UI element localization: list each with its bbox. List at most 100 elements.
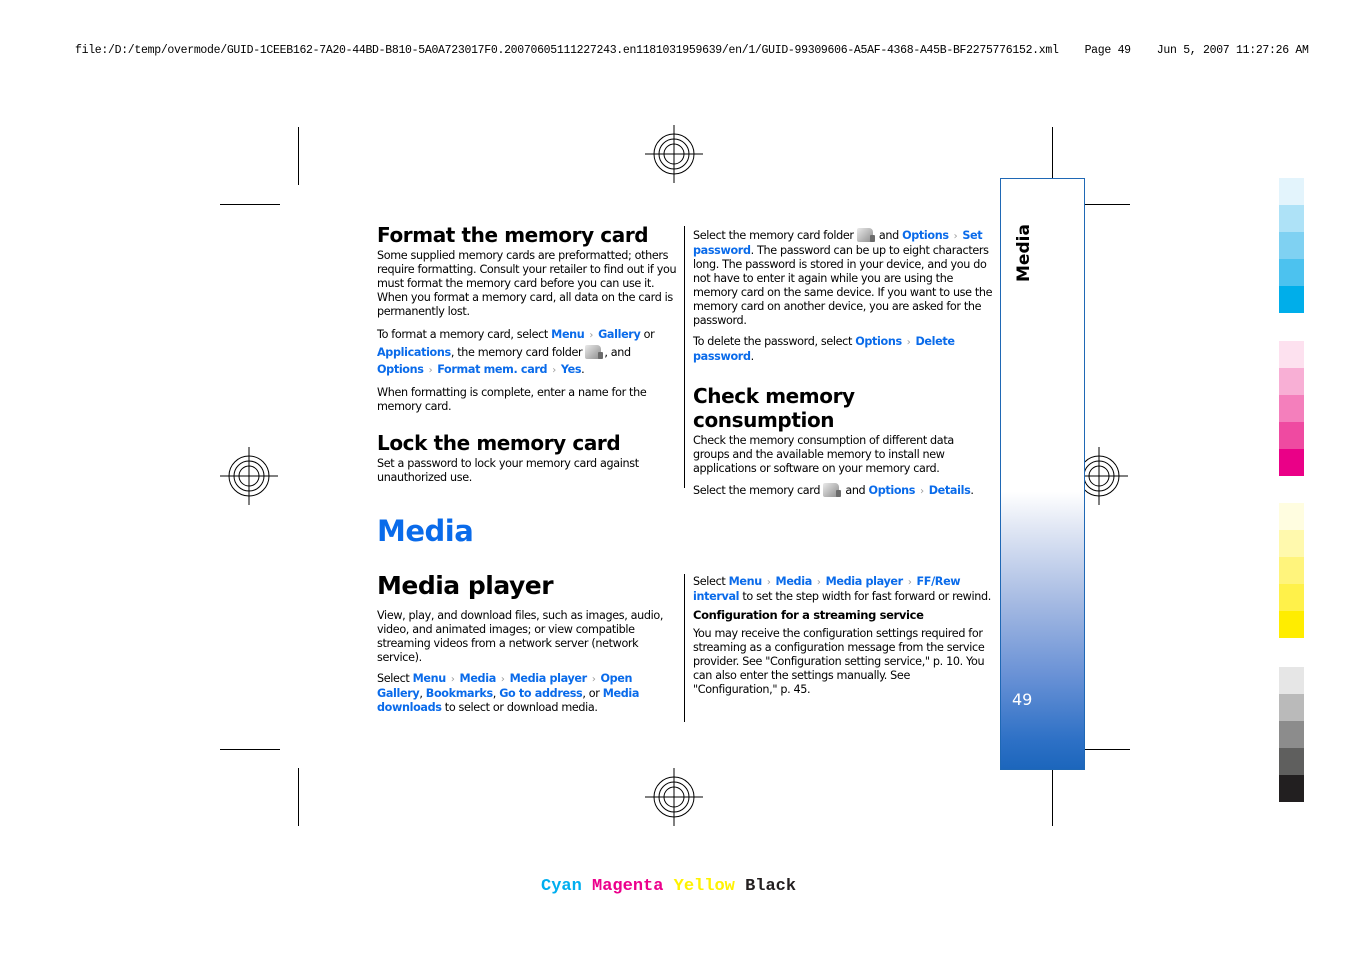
magenta-swatch bbox=[1279, 449, 1304, 476]
magenta-swatch bbox=[1279, 395, 1304, 422]
text: , or bbox=[582, 687, 603, 700]
link-details[interactable]: Details bbox=[929, 484, 971, 497]
cyan-swatch bbox=[1279, 259, 1304, 286]
chapter-tab-text: Media bbox=[1014, 224, 1034, 282]
crop-mark bbox=[1052, 127, 1053, 185]
chevron-right-icon: › bbox=[920, 486, 924, 497]
link-options[interactable]: Options bbox=[902, 229, 949, 242]
chevron-right-icon: › bbox=[766, 577, 771, 588]
check-memory-heading: Check memory consumption bbox=[693, 384, 855, 432]
crop-mark bbox=[1052, 768, 1053, 826]
link-applications[interactable]: Applications bbox=[377, 346, 451, 359]
chevron-right-icon: › bbox=[591, 674, 596, 685]
media-player-body: View, play, and download files, such as … bbox=[377, 609, 664, 664]
text: To delete the password, select bbox=[693, 335, 856, 348]
link-bookmarks[interactable]: Bookmarks bbox=[426, 687, 493, 700]
memory-card-folder-icon bbox=[856, 228, 875, 242]
text: , and bbox=[604, 346, 631, 359]
set-password-paragraph: Select the memory card folder and Option… bbox=[693, 228, 993, 328]
details-paragraph: Select the memory card and Options › Detai… bbox=[693, 483, 993, 499]
lock-body: Set a password to lock your memory card … bbox=[377, 457, 639, 484]
yellow-label: Yellow bbox=[673, 877, 735, 896]
format-heading: Format the memory card bbox=[377, 223, 649, 247]
chevron-right-icon: › bbox=[589, 330, 594, 341]
section-title: Media bbox=[377, 514, 474, 548]
registration-mark-icon bbox=[220, 447, 278, 505]
registration-mark-icon bbox=[645, 768, 703, 826]
text: or bbox=[640, 328, 655, 341]
yellow-swatch bbox=[1279, 503, 1304, 530]
config-subheading: Configuration for a streaming service bbox=[693, 608, 924, 622]
link-media-player[interactable]: Media player bbox=[510, 672, 588, 685]
link-options[interactable]: Options bbox=[869, 484, 916, 497]
magenta-swatch bbox=[1279, 422, 1304, 449]
black-swatch bbox=[1279, 775, 1304, 802]
text: . bbox=[750, 350, 755, 363]
format-after: When formatting is complete, enter a nam… bbox=[377, 386, 647, 413]
magenta-swatch bbox=[1279, 368, 1304, 395]
yellow-swatch bbox=[1279, 584, 1304, 611]
config-body: You may receive the configuration settin… bbox=[693, 627, 985, 696]
link-menu[interactable]: Menu bbox=[729, 575, 763, 588]
link-menu[interactable]: Menu bbox=[413, 672, 447, 685]
memory-card-icon bbox=[823, 483, 842, 497]
chevron-right-icon: › bbox=[816, 577, 821, 588]
text: Select the memory card bbox=[693, 484, 821, 497]
yellow-swatch bbox=[1279, 557, 1304, 584]
file-path: file:/D:/temp/overmode/GUID-1CEEB162-7A2… bbox=[75, 44, 1059, 57]
text: and bbox=[842, 484, 869, 497]
chevron-right-icon: › bbox=[906, 337, 911, 348]
chevron-right-icon: › bbox=[500, 674, 505, 685]
chevron-right-icon: › bbox=[953, 231, 958, 242]
cyan-swatch bbox=[1279, 178, 1304, 205]
crop-mark bbox=[220, 749, 280, 750]
link-menu[interactable]: Menu bbox=[551, 328, 585, 341]
link-yes[interactable]: Yes bbox=[561, 363, 582, 376]
link-gallery[interactable]: Gallery bbox=[598, 328, 641, 341]
link-options[interactable]: Options bbox=[377, 363, 424, 376]
cyan-label: Cyan bbox=[541, 877, 582, 896]
print-datetime: Jun 5, 2007 11:27:26 AM bbox=[1156, 44, 1309, 57]
text: to select or download media. bbox=[441, 701, 598, 714]
left-column-upper: Format the memory card Some supplied mem… bbox=[377, 223, 679, 492]
yellow-swatch bbox=[1279, 530, 1304, 557]
link-format-mem-card[interactable]: Format mem. card bbox=[437, 363, 547, 376]
text: Select bbox=[377, 672, 413, 685]
black-swatch bbox=[1279, 667, 1304, 694]
magenta-label: Magenta bbox=[592, 877, 664, 896]
page-label: Page 49 bbox=[1084, 44, 1132, 57]
check-memory-body: Check the memory consumption of differen… bbox=[693, 434, 954, 475]
media-player-heading: Media player bbox=[377, 571, 554, 600]
format-body: Some supplied memory cards are preformat… bbox=[377, 249, 677, 318]
crop-mark bbox=[298, 768, 299, 826]
chevron-right-icon: › bbox=[450, 674, 455, 685]
link-media[interactable]: Media bbox=[460, 672, 497, 685]
link-options[interactable]: Options bbox=[855, 335, 902, 348]
black-label: Black bbox=[745, 877, 797, 896]
link-go-to-address[interactable]: Go to address bbox=[499, 687, 582, 700]
text: to set the step width for fast forward o… bbox=[739, 590, 991, 603]
column-divider bbox=[684, 226, 685, 488]
text: Select bbox=[693, 575, 729, 588]
black-swatch bbox=[1279, 721, 1304, 748]
right-column-lower: Select Menu › Media › Media player › FF/Rew in… bbox=[693, 575, 993, 704]
yellow-swatch bbox=[1279, 611, 1304, 638]
crop-mark bbox=[298, 127, 299, 185]
cmyk-labels: Cyan Magenta Yellow Black bbox=[541, 877, 796, 896]
magenta-swatch bbox=[1279, 341, 1304, 368]
text: . bbox=[970, 484, 974, 497]
link-media-player[interactable]: Media player bbox=[826, 575, 904, 588]
chevron-right-icon: › bbox=[428, 365, 433, 376]
media-player-select: Select Menu › Media › Media player › Open Gall… bbox=[377, 672, 679, 715]
column-divider bbox=[684, 574, 685, 722]
text: Select the memory card folder bbox=[693, 229, 854, 242]
right-column-upper: Select the memory card folder and Option… bbox=[693, 228, 993, 506]
memory-card-folder-icon bbox=[585, 345, 604, 359]
chevron-right-icon: › bbox=[907, 577, 912, 588]
ffrew-paragraph: Select Menu › Media › Media player › FF/Rew in… bbox=[693, 575, 993, 604]
link-media[interactable]: Media bbox=[776, 575, 813, 588]
chapter-tab-label: Media bbox=[1011, 224, 1041, 286]
text: and bbox=[875, 229, 903, 242]
delete-password-paragraph: To delete the password, select Options › D… bbox=[693, 335, 993, 364]
cyan-swatch bbox=[1279, 232, 1304, 259]
